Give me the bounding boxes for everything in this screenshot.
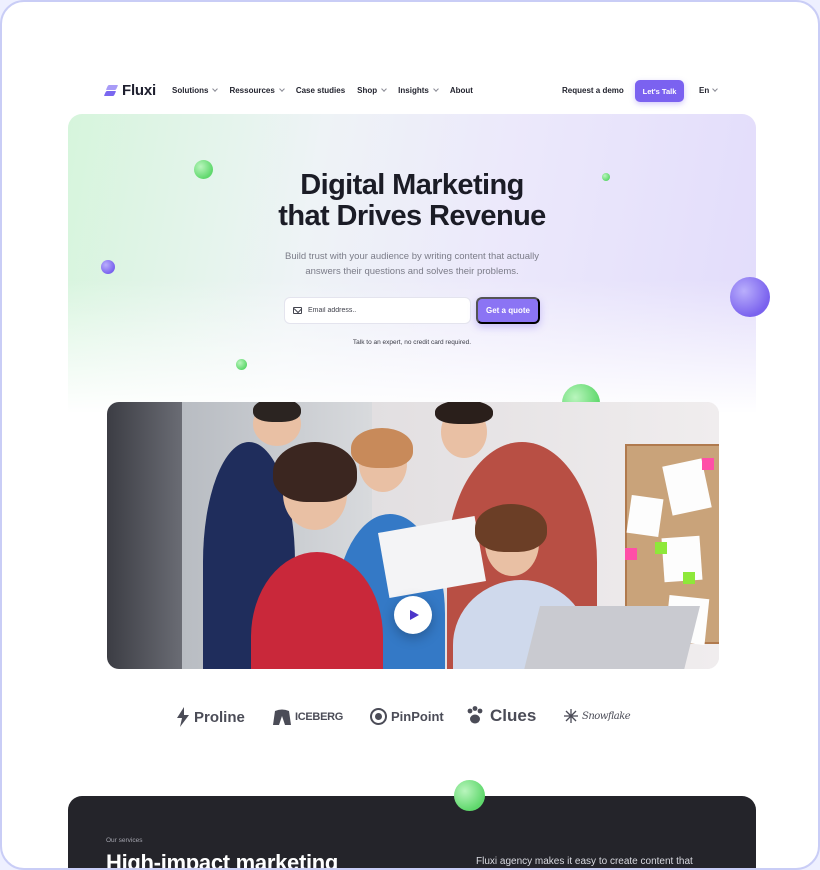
decor-ball xyxy=(730,277,770,317)
brand-name: Proline xyxy=(194,708,245,726)
language-label: En xyxy=(699,86,710,95)
logo[interactable]: Fluxi xyxy=(103,82,157,99)
brand-name: ICEBERG xyxy=(295,711,344,723)
hero-title-line: that Drives Revenue xyxy=(278,200,546,232)
hero-title-line: Digital Marketing xyxy=(300,169,524,201)
laptop xyxy=(522,606,700,669)
menu-item-insights[interactable]: Insights xyxy=(398,86,439,95)
person-hair xyxy=(253,402,301,422)
menu-item-shop[interactable]: Shop xyxy=(357,86,388,95)
hero-note: Talk to an expert, no credit card requir… xyxy=(352,339,472,346)
lets-talk-button[interactable]: Let's Talk xyxy=(635,80,684,102)
decor-ball xyxy=(454,780,485,811)
person-hair xyxy=(273,442,357,502)
brand-logo-proline: Proline xyxy=(176,707,245,727)
menu-label: Insights xyxy=(398,86,429,95)
decor-ball xyxy=(236,359,247,370)
top-navigation: Fluxi Solutions Ressources Case studies … xyxy=(103,78,722,104)
brand-logo-iceberg: ICEBERG xyxy=(273,709,343,725)
brand-name: Clues xyxy=(490,706,537,725)
hero-subtitle-line: answers their questions and solves their… xyxy=(305,265,519,277)
decor-ball xyxy=(101,260,115,274)
fluxi-logo-icon xyxy=(103,84,119,97)
hero-subtitle: Build trust with your audience by writin… xyxy=(252,250,572,279)
person-hair xyxy=(475,504,547,552)
menu-label: About xyxy=(449,86,473,95)
menu-label: Case studies xyxy=(295,86,346,95)
email-field[interactable] xyxy=(308,307,458,314)
client-logos: Proline ICEBERG PinPoint Clues Snowflake xyxy=(176,705,636,731)
menu-item-ressources[interactable]: Ressources xyxy=(229,86,285,95)
services-description: Fluxi agency makes it easy to create con… xyxy=(476,856,693,867)
play-icon xyxy=(410,610,419,620)
pinpoint-icon xyxy=(370,708,387,725)
email-field-wrapper xyxy=(284,297,471,324)
brand-name: Snowflake xyxy=(582,710,631,722)
main-menu: Solutions Ressources Case studies Shop I… xyxy=(172,86,473,95)
logo-text: Fluxi xyxy=(122,82,157,99)
person-hair xyxy=(435,402,493,424)
play-video-button[interactable] xyxy=(394,596,432,634)
pinned-paper xyxy=(661,535,703,583)
sticky-note xyxy=(702,458,714,470)
chevron-down-icon xyxy=(433,86,439,92)
menu-label: Ressources xyxy=(229,86,275,95)
hero-subtitle-line: Build trust with your audience by writin… xyxy=(285,251,539,262)
services-section: Our services High-impact marketing Fluxi… xyxy=(68,780,756,870)
chevron-down-icon xyxy=(712,86,719,92)
brand-logo-snowflake: Snowflake xyxy=(564,709,631,723)
menu-item-solutions[interactable]: Solutions xyxy=(172,86,219,95)
person-hair xyxy=(351,428,413,468)
sticky-note xyxy=(655,542,667,554)
sticky-note xyxy=(625,548,637,560)
chevron-down-icon xyxy=(212,86,219,92)
pinned-paper xyxy=(626,494,664,538)
bolt-icon xyxy=(177,707,189,727)
menu-item-case-studies[interactable]: Case studies xyxy=(296,86,345,95)
menu-label: Solutions xyxy=(172,86,209,95)
brand-logo-pinpoint: PinPoint xyxy=(370,708,444,725)
language-selector[interactable]: En xyxy=(699,86,719,95)
snowflake-icon xyxy=(564,709,578,723)
chevron-down-icon xyxy=(381,86,388,92)
page-frame: Fluxi Solutions Ressources Case studies … xyxy=(0,0,820,870)
chevron-down-icon xyxy=(278,86,285,92)
brand-logo-clues: Clues xyxy=(466,706,536,726)
request-demo-link[interactable]: Request a demo xyxy=(562,86,624,95)
paw-icon xyxy=(467,706,483,724)
sticky-note xyxy=(683,572,695,584)
services-title: High-impact marketing xyxy=(106,850,339,870)
photo-bg xyxy=(107,402,182,669)
hero-title: Digital Marketing that Drives Revenue xyxy=(182,170,642,232)
menu-item-about[interactable]: About xyxy=(450,86,473,95)
mail-icon xyxy=(293,307,302,314)
brand-name: PinPoint xyxy=(391,709,444,724)
iceberg-icon xyxy=(273,709,291,725)
services-tag: Our services xyxy=(106,837,143,844)
menu-label: Shop xyxy=(357,86,378,95)
get-a-quote-button[interactable]: Get a quote xyxy=(476,297,540,324)
